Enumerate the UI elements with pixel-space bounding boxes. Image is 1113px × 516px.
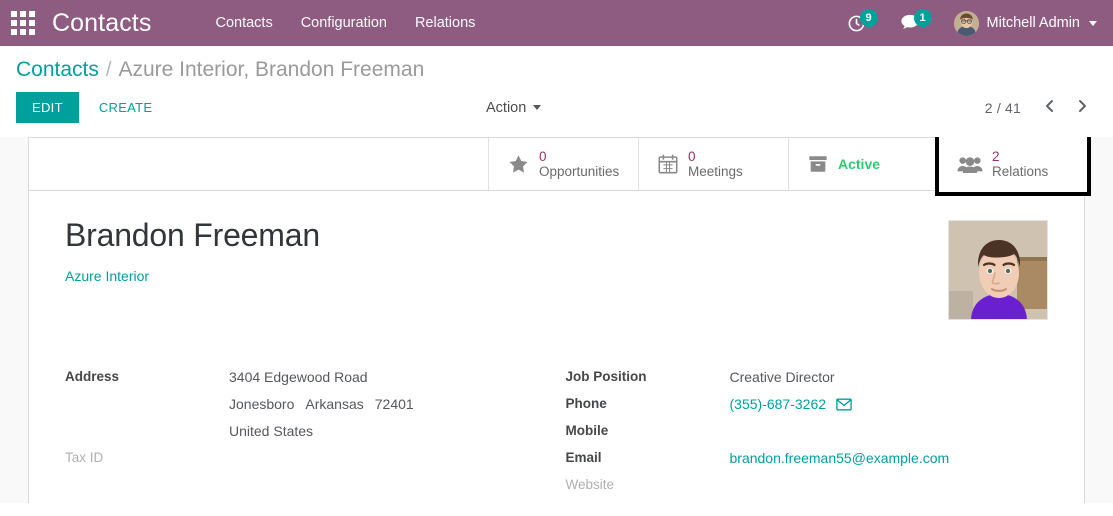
stat-label-active: Active (838, 156, 881, 172)
field-label-phone: Phone (565, 396, 607, 411)
address-zip: 72401 (374, 396, 414, 412)
activity-menu-button[interactable]: 9 (847, 0, 878, 46)
record-company-link[interactable]: Azure Interior (65, 268, 928, 284)
control-panel-buttons-row: EDIT CREATE Action 2 / 41 (16, 84, 1097, 137)
stat-text-meetings: 0 Meetings (688, 149, 743, 179)
stat-button-relations[interactable]: 2 Relations (935, 137, 1091, 196)
address-city: Jonesboro (229, 396, 295, 412)
action-dropdown-label: Action (486, 99, 527, 116)
stat-button-active[interactable]: Active (788, 138, 938, 190)
field-label-tax-id: Tax ID (65, 450, 104, 465)
address-street: 3404 Edgewood Road (229, 369, 368, 385)
fields-right-column: Job Position Creative Director Phone (35… (557, 366, 1049, 503)
field-label-title: Title (566, 501, 730, 503)
record-sheet: 0 Opportunities 0 Meetings Active 2 Rela… (28, 137, 1091, 503)
form-view-background: 0 Opportunities 0 Meetings Active 2 Rela… (0, 137, 1113, 503)
activity-count-badge: 9 (859, 8, 878, 27)
stat-label-meetings: Meetings (688, 164, 743, 179)
main-menu: Contacts Configuration Relations (201, 1, 489, 45)
field-label-website: Website (565, 477, 615, 492)
field-label-job-position: Job Position (565, 369, 647, 384)
stat-label-opportunities: Opportunities (539, 164, 620, 179)
star-icon (507, 153, 530, 176)
stat-buttons-row: 0 Opportunities 0 Meetings Active 2 Rela… (29, 137, 1091, 196)
chevron-down-icon (1089, 20, 1097, 26)
stat-button-meetings[interactable]: 0 Meetings (638, 138, 788, 190)
envelope-icon[interactable] (836, 398, 852, 411)
field-title: Title (566, 501, 1049, 503)
breadcrumb-root-link[interactable]: Contacts (16, 58, 99, 82)
fields-left-column: Address 3404 Edgewood Road Jonesboro Ark… (65, 366, 557, 503)
record-title: Brandon Freeman (65, 217, 320, 253)
calendar-icon (657, 153, 679, 175)
field-value-phone[interactable]: (355)-687-3262 (730, 393, 853, 412)
contact-photo[interactable] (948, 220, 1048, 320)
pager: 2 / 41 (985, 94, 1097, 121)
stat-button-opportunities[interactable]: 0 Opportunities (488, 138, 638, 190)
pager-next-button[interactable] (1068, 94, 1097, 121)
stat-value-meetings: 0 (688, 148, 696, 164)
user-name-label: Mitchell Admin (986, 15, 1080, 31)
stat-value-relations: 2 (992, 148, 1000, 164)
user-menu-button[interactable]: Mitchell Admin (953, 10, 1099, 36)
breadcrumb: Contacts / Azure Interior, Brandon Freem… (16, 46, 1097, 84)
archive-icon (807, 153, 829, 175)
address-city-line: Jonesboro Arkansas 72401 (229, 393, 414, 420)
record-fields: Address 3404 Edgewood Road Jonesboro Ark… (29, 366, 1084, 503)
menu-item-contacts[interactable]: Contacts (201, 1, 286, 45)
field-mobile: Mobile (566, 420, 1049, 447)
users-icon (957, 154, 983, 175)
user-avatar (953, 10, 979, 36)
menu-item-relations[interactable]: Relations (401, 1, 489, 45)
field-label-address: Address (65, 369, 120, 384)
field-label-mobile: Mobile (565, 423, 609, 438)
app-brand-title[interactable]: Contacts (52, 9, 151, 38)
field-value-job-position[interactable]: Creative Director (730, 366, 835, 385)
field-tax-id: Tax ID (65, 447, 557, 474)
address-country: United States (229, 423, 314, 439)
control-panel: Contacts / Azure Interior, Brandon Freem… (0, 46, 1113, 137)
menu-item-configuration[interactable]: Configuration (287, 1, 401, 45)
pager-count-label: 2 / 41 (984, 99, 1021, 116)
field-website: Website (566, 474, 1049, 501)
action-dropdown-button[interactable]: Action (486, 99, 542, 116)
top-navbar: Contacts Contacts Configuration Relation… (0, 0, 1113, 46)
field-job-position: Job Position Creative Director (566, 366, 1049, 393)
field-email: Email brandon.freeman55@example.com (566, 447, 1049, 474)
pager-previous-button[interactable] (1035, 94, 1064, 121)
field-phone: Phone (355)-687-3262 (566, 393, 1049, 420)
field-value-email[interactable]: brandon.freeman55@example.com (730, 447, 950, 466)
record-header-text: Brandon Freeman Azure Interior (65, 217, 928, 320)
email-link[interactable]: brandon.freeman55@example.com (730, 450, 950, 466)
chevron-right-icon (1076, 98, 1089, 117)
messaging-menu-button[interactable]: 1 (900, 0, 932, 46)
create-button[interactable]: CREATE (85, 92, 167, 123)
message-count-badge: 1 (913, 8, 932, 27)
stat-text-opportunities: 0 Opportunities (539, 149, 619, 179)
navbar-right-section: 9 1 Mitchell Admin (847, 0, 1099, 46)
field-value-address[interactable]: 3404 Edgewood Road Jonesboro Arkansas 72… (229, 366, 414, 447)
edit-button[interactable]: EDIT (16, 92, 79, 123)
address-state: Arkansas (305, 396, 364, 412)
field-label-email: Email (565, 450, 602, 465)
breadcrumb-separator: / (105, 59, 112, 81)
chevron-down-icon (533, 105, 542, 110)
phone-number-link[interactable]: (355)-687-3262 (730, 396, 827, 412)
record-header: Brandon Freeman Azure Interior (29, 191, 1084, 320)
stat-text-relations: 2 Relations (992, 149, 1048, 179)
breadcrumb-current: Azure Interior, Brandon Freeman (118, 58, 425, 81)
stat-value-opportunities: 0 (539, 148, 547, 164)
chevron-left-icon (1043, 98, 1056, 117)
field-address: Address 3404 Edgewood Road Jonesboro Ark… (65, 366, 557, 447)
apps-grid-icon[interactable] (10, 10, 36, 36)
stat-label-relations: Relations (992, 164, 1049, 179)
